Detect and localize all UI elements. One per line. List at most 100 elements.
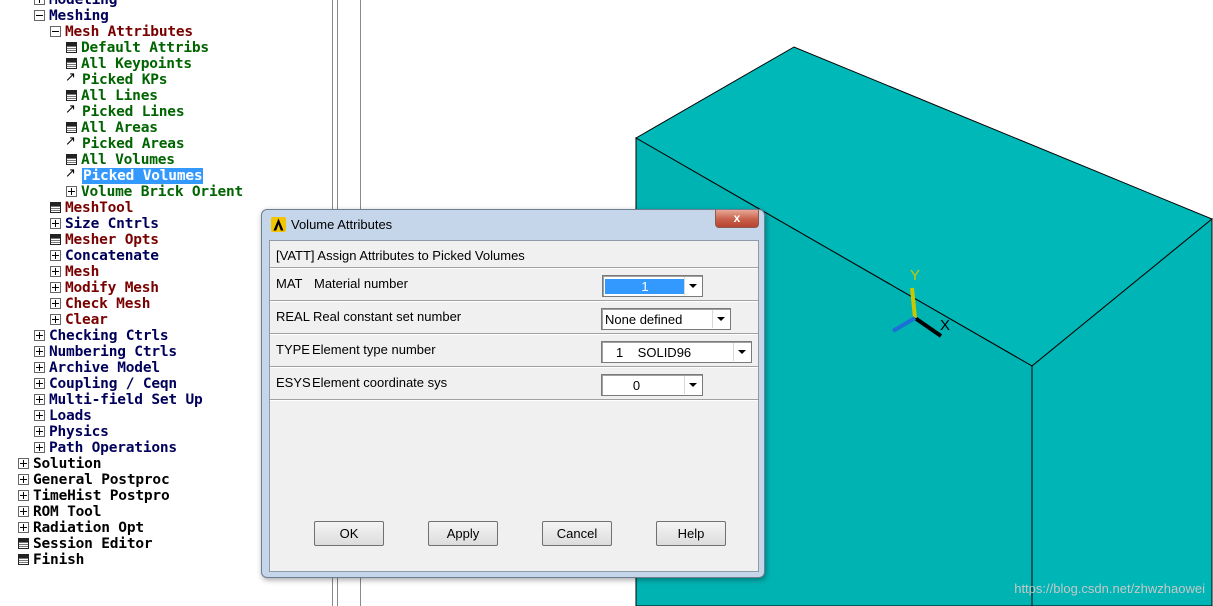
tree-item-label: Checking Ctrls	[49, 328, 169, 344]
expand-plus-icon[interactable]	[34, 426, 45, 437]
tree-item[interactable]: Meshing	[34, 8, 109, 24]
dialog-box-icon	[50, 234, 61, 245]
tree-item[interactable]: Coupling / Ceqn	[34, 376, 177, 392]
tree-item-label: Loads	[49, 408, 92, 424]
tree-item-label: All Keypoints	[81, 56, 192, 72]
collapse-minus-icon[interactable]	[50, 26, 61, 37]
ok-button[interactable]: OK	[314, 521, 384, 546]
dialog-box-icon	[18, 554, 29, 565]
cancel-button[interactable]: Cancel	[542, 521, 612, 546]
type-code-label: TYPE	[276, 342, 310, 357]
tree-item[interactable]: Size Cntrls	[50, 216, 159, 232]
tree-item-label: Finish	[33, 552, 85, 568]
tree-item-label: Concatenate	[65, 248, 159, 264]
expand-plus-icon[interactable]	[50, 314, 61, 325]
tree-item[interactable]: Checking Ctrls	[34, 328, 169, 344]
mat-code-label: MAT	[276, 276, 303, 291]
expand-plus-icon[interactable]	[50, 266, 61, 277]
tree-item[interactable]: Loads	[34, 408, 92, 424]
tree-item[interactable]: Mesh	[50, 264, 99, 280]
tree-item[interactable]: Modify Mesh	[50, 280, 159, 296]
tree-item[interactable]: Numbering Ctrls	[34, 344, 177, 360]
tree-item[interactable]: General Postproc	[18, 472, 170, 488]
tree-item[interactable]: Mesh Attributes	[50, 24, 193, 40]
collapse-minus-icon[interactable]	[34, 10, 45, 21]
separator	[270, 366, 758, 368]
tree-item-label: Solution	[33, 456, 102, 472]
expand-plus-icon[interactable]	[50, 250, 61, 261]
expand-plus-icon[interactable]	[34, 442, 45, 453]
tree-item[interactable]: Solution	[18, 456, 101, 472]
element-coordinate-sys-select[interactable]: 0	[601, 374, 703, 396]
tree-item-label: Check Mesh	[65, 296, 151, 312]
tree-item[interactable]: Physics	[34, 424, 109, 440]
expand-plus-icon[interactable]	[50, 282, 61, 293]
expand-plus-icon[interactable]	[34, 0, 45, 5]
tree-item[interactable]: Picked KPs	[65, 70, 168, 88]
chevron-down-icon[interactable]	[684, 376, 701, 394]
tree-item[interactable]: Volume Brick Orient	[66, 184, 243, 200]
tree-item[interactable]: Archive Model	[34, 360, 160, 376]
tree-item[interactable]: All Areas	[66, 120, 158, 136]
tree-item[interactable]: Modeling	[34, 0, 117, 8]
tree-item[interactable]: All Volumes	[66, 152, 175, 168]
tree-item-label: Path Operations	[49, 440, 177, 456]
expand-plus-icon[interactable]	[18, 490, 29, 501]
dialog-title-bar[interactable]: Volume Attributes x	[262, 210, 764, 237]
tree-item-label: Default Attribs	[81, 40, 209, 56]
expand-plus-icon[interactable]	[50, 298, 61, 309]
tree-item[interactable]: MeshTool	[50, 200, 133, 216]
tree-item[interactable]: Picked Volumes	[65, 166, 204, 184]
tree-item-label: ROM Tool	[33, 504, 102, 520]
element-type-select[interactable]: 1 SOLID96	[601, 341, 752, 363]
separator	[270, 333, 758, 335]
tree-item[interactable]: Picked Areas	[65, 134, 185, 152]
esys-code-label: ESYS	[276, 375, 311, 390]
tree-item[interactable]: Path Operations	[34, 440, 177, 456]
pick-arrow-icon	[65, 166, 78, 182]
expand-plus-icon[interactable]	[50, 218, 61, 229]
close-button[interactable]: x	[715, 210, 759, 228]
tree-item[interactable]: ROM Tool	[18, 504, 101, 520]
tree-item[interactable]: Radiation Opt	[18, 520, 144, 536]
expand-plus-icon[interactable]	[34, 394, 45, 405]
tree-item[interactable]: Picked Lines	[65, 102, 185, 120]
tree-item[interactable]: All Lines	[66, 88, 158, 104]
expand-plus-icon[interactable]	[18, 474, 29, 485]
chevron-down-icon[interactable]	[733, 343, 750, 361]
expand-plus-icon[interactable]	[18, 522, 29, 533]
volume-attributes-dialog: Volume Attributes x [VATT] Assign Attrib…	[261, 209, 765, 578]
chevron-down-icon[interactable]	[684, 277, 701, 295]
help-button[interactable]: Help	[656, 521, 726, 546]
apply-button[interactable]: Apply	[428, 521, 498, 546]
tree-item[interactable]: Multi-field Set Up	[34, 392, 203, 408]
tree-item[interactable]: Session Editor	[18, 536, 153, 552]
tree-item[interactable]: Default Attribs	[66, 40, 209, 56]
close-icon: x	[733, 211, 741, 225]
tree-item[interactable]: Clear	[50, 312, 108, 328]
dialog-content: [VATT] Assign Attributes to Picked Volum…	[269, 240, 759, 572]
expand-plus-icon[interactable]	[18, 458, 29, 469]
tree-item[interactable]: Mesher Opts	[50, 232, 159, 248]
expand-plus-icon[interactable]	[18, 506, 29, 517]
expand-plus-icon[interactable]	[34, 410, 45, 421]
mat-material-number-select[interactable]: 1	[602, 275, 703, 297]
tree-item[interactable]: Finish	[18, 552, 84, 568]
mat-label: Material number	[314, 276, 408, 291]
real-constant-set-select[interactable]: None defined	[601, 308, 731, 330]
tree-item-label: General Postproc	[33, 472, 170, 488]
pick-arrow-icon	[65, 70, 78, 86]
tree-item[interactable]: All Keypoints	[66, 56, 192, 72]
tree-item-label: Picked Lines	[82, 104, 185, 120]
dialog-box-icon	[66, 42, 77, 53]
tree-item-label: Meshing	[49, 8, 109, 24]
chevron-down-icon[interactable]	[712, 310, 729, 328]
expand-plus-icon[interactable]	[34, 346, 45, 357]
tree-item[interactable]: TimeHist Postpro	[18, 488, 170, 504]
tree-item[interactable]: Check Mesh	[50, 296, 151, 312]
expand-plus-icon[interactable]	[34, 362, 45, 373]
expand-plus-icon[interactable]	[66, 186, 77, 197]
tree-item[interactable]: Concatenate	[50, 248, 159, 264]
expand-plus-icon[interactable]	[34, 378, 45, 389]
expand-plus-icon[interactable]	[34, 330, 45, 341]
